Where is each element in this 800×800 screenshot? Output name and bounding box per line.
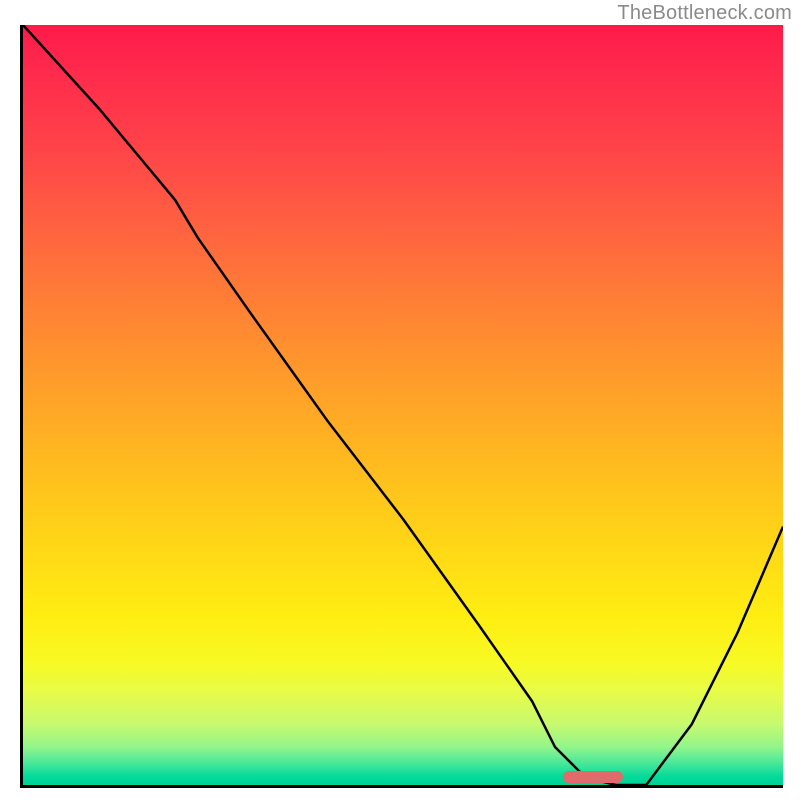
watermark-text: TheBottleneck.com: [617, 2, 792, 25]
optimal-range-marker: [563, 771, 624, 783]
bottleneck-curve-svg: [23, 25, 783, 785]
plot-area: [20, 25, 783, 788]
bottleneck-curve-path: [23, 25, 783, 785]
chart-container: TheBottleneck.com: [0, 0, 800, 800]
